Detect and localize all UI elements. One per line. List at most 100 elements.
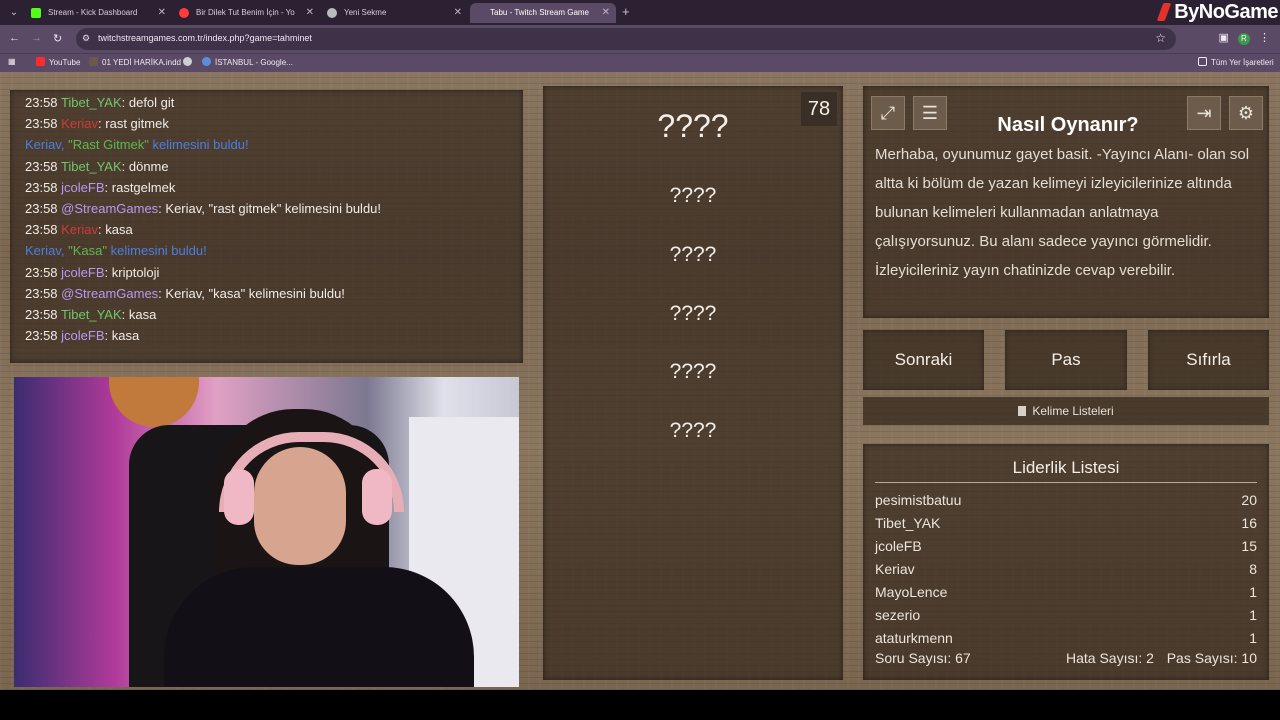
tab-tabu-game[interactable]: Tabu - Twitch Stream Game ✕ [470, 3, 616, 23]
tab-title: Yeni Sekme [344, 8, 387, 17]
chat-message: 23:58 Tibet_YAK: defol git [25, 95, 174, 110]
chat-username[interactable]: Keriav [61, 116, 98, 131]
brand-text: ByNoGame [1174, 1, 1278, 23]
pass-count: Pas Sayısı: 10 [1166, 650, 1257, 666]
player-name: jcoleFB [875, 538, 922, 554]
player-name: Tibet_YAK [875, 515, 941, 531]
chat-text: : Keriav, "rast gitmek" kelimesini buldu… [158, 201, 382, 216]
apps-icon[interactable]: ▦ [8, 57, 16, 66]
extensions-icon[interactable]: ▣ [1218, 32, 1228, 44]
chat-text: : rastgelmek [104, 179, 176, 195]
tab-title: Bir Dilek Tut Benim İçin - Yo [196, 8, 295, 17]
globe-icon [183, 57, 192, 66]
chat-username[interactable]: jcoleFB [61, 265, 104, 280]
forward-icon[interactable]: → [31, 32, 42, 44]
webcam-feed [14, 377, 519, 687]
reload-icon[interactable]: ↻ [53, 32, 62, 45]
player-name: pesimistbatuu [875, 492, 962, 508]
tab-kick-dashboard[interactable]: Stream - Kick Dashboard ✕ [26, 3, 172, 23]
site-info-icon[interactable]: ⚙ [82, 33, 90, 44]
document-icon [1018, 406, 1027, 416]
folder-icon [1198, 57, 1207, 66]
bookmark-star-icon[interactable]: ☆ [1155, 31, 1166, 45]
chat-username[interactable]: jcoleFB [61, 328, 104, 343]
how-to-play-text: Merhaba, oyunumuz gayet basit. -Yayıncı … [875, 146, 1250, 279]
all-bookmarks-label: Tüm Yer İşaretleri [1211, 58, 1274, 67]
menu-icon[interactable]: ⋮ [1259, 32, 1270, 44]
fullscreen-icon[interactable]: ⤢ [871, 96, 905, 130]
question-count: Soru Sayısı: 67 [875, 650, 971, 666]
avatar[interactable]: R [1237, 33, 1250, 45]
hidden-word: ???? [657, 108, 729, 144]
bookmark-youtube[interactable]: YouTube [36, 57, 80, 67]
close-icon[interactable]: ✕ [306, 3, 314, 23]
found-text: kelimesini buldu! [148, 137, 249, 153]
tab-youtube[interactable]: Bir Dilek Tut Benim İçin - Yo ✕ [174, 3, 320, 23]
reset-button[interactable]: Sıfırla [1148, 330, 1269, 390]
chat-username[interactable]: @StreamGames [61, 201, 158, 216]
body-shape [164, 567, 474, 687]
next-button[interactable]: Sonraki [863, 330, 984, 390]
chat-text: : kasa [98, 222, 133, 238]
tab-new-tab[interactable]: Yeni Sekme ✕ [322, 3, 468, 23]
close-icon[interactable]: ✕ [454, 3, 462, 23]
chat-message: 23:58 Tibet_YAK: dönme [25, 159, 169, 174]
gear-icon[interactable]: ⚙ [1229, 96, 1263, 130]
chat-message: 23:58 @StreamGames: Keriav, "rast gitmek… [25, 201, 381, 216]
bookmark-yedi-harika[interactable]: 01 YEDİ HARİKA.indd [89, 57, 181, 67]
found-word: "Rast Gitmek" [68, 137, 149, 153]
chat-text: : kasa [104, 328, 140, 344]
tab-bar: ⌄ Stream - Kick Dashboard ✕ Bir Dilek Tu… [0, 0, 1280, 25]
chat-panel: 23:58 Tibet_YAK: defol git 23:58 Keriav: … [10, 90, 523, 363]
chat-username[interactable]: Tibet_YAK [61, 159, 122, 174]
chat-time: 23:58 [25, 179, 58, 195]
brand-slash-icon [1156, 3, 1172, 21]
chat-username[interactable]: Tibet_YAK [61, 95, 122, 110]
chat-username[interactable]: Tibet_YAK [61, 307, 122, 322]
chat-username[interactable]: Keriav [61, 222, 98, 237]
chat-message: 23:58 Keriav: rast gitmek [25, 116, 169, 131]
close-icon[interactable]: ✕ [158, 3, 166, 23]
bookmark-istanbul[interactable]: İSTANBUL - Google... [202, 57, 293, 67]
chat-username[interactable]: @StreamGames [61, 286, 158, 301]
chat-time: 23:58 [25, 307, 58, 322]
chat-message: 23:58 jcoleFB: kasa [25, 328, 139, 343]
player-score: 1 [1249, 584, 1257, 600]
bookmark-label: 01 YEDİ HARİKA.indd [102, 58, 182, 67]
balloon-shape [109, 377, 199, 427]
how-to-play-panel: ⤢ ☰ Nasıl Oynanır? ⇥ ⚙ Merhaba, oyunumuz… [863, 86, 1269, 318]
bookmark-globe[interactable] [183, 57, 196, 67]
tab-search-icon[interactable]: ⌄ [6, 5, 22, 21]
logout-icon[interactable]: ⇥ [1187, 96, 1221, 130]
brand-logo: ByNoGame [1156, 1, 1278, 24]
url-field[interactable]: ⚙ twitchstreamgames.com.tr/index.php?gam… [76, 28, 1176, 50]
player-score: 1 [1249, 630, 1257, 646]
chat-time: 23:58 [25, 222, 58, 238]
chat-username[interactable]: jcoleFB [61, 180, 104, 195]
close-icon[interactable]: ✕ [602, 3, 610, 23]
globe-icon [202, 57, 211, 66]
word-lists-label: Kelime Listeleri [1032, 404, 1114, 418]
pass-button[interactable]: Pas [1005, 330, 1127, 390]
chat-time: 23:58 [25, 285, 58, 301]
notes-icon[interactable]: ☰ [913, 96, 947, 130]
hidden-word: ???? [669, 243, 717, 266]
word-lists-button[interactable]: Kelime Listeleri [863, 397, 1269, 425]
back-icon[interactable]: ← [9, 32, 20, 44]
kick-icon [31, 8, 41, 18]
error-count: Hata Sayısı: 2 [1066, 650, 1154, 666]
all-bookmarks[interactable]: Tüm Yer İşaretleri [1198, 57, 1274, 67]
chat-message: 23:58 jcoleFB: kriptoloji [25, 265, 159, 280]
chat-text: : Keriav, "kasa" kelimesini buldu! [158, 285, 345, 301]
chat-message: 23:58 Tibet_YAK: kasa [25, 307, 156, 322]
chat-message: 23:58 @StreamGames: Keriav, "kasa" kelim… [25, 286, 345, 301]
bookmarks-bar: ▦ YouTube 01 YEDİ HARİKA.indd İSTANBUL -… [0, 53, 1280, 73]
chat-text: : kriptoloji [104, 264, 160, 280]
chat-text: : defol git [121, 95, 175, 110]
taskbar [0, 690, 1280, 720]
leaderboard-title: Liderlik Listesi [1012, 458, 1120, 477]
file-icon [89, 57, 98, 66]
new-tab-button[interactable]: + [622, 4, 630, 19]
youtube-icon [36, 57, 45, 66]
chat-text: : rast gitmek [98, 116, 169, 132]
